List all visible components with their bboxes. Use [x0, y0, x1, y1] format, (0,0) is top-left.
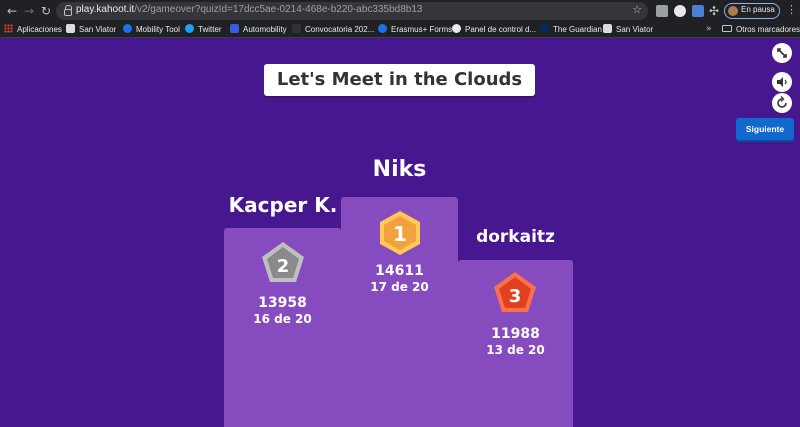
bookmark-label: Mobility Tool	[136, 25, 180, 34]
more-bookmarks-icon[interactable]: »	[706, 24, 712, 34]
bookmark-label: San Viator	[616, 25, 654, 34]
bookmark-label: Erasmus+ Forms	[391, 25, 453, 34]
bookmark-twitter[interactable]: Twitter	[185, 24, 222, 36]
url-host: play.kahoot.it	[76, 4, 135, 15]
san-viator-icon	[66, 24, 75, 33]
game-over-page: Let's Meet in the Clouds Siguiente Kacpe…	[0, 39, 800, 427]
browser-toolbar: ← → ↻ play.kahoot.it/v2/gameover?quizId=…	[0, 0, 800, 22]
bookmark-mobility-tool[interactable]: Mobility Tool	[123, 24, 180, 36]
bookmark-apps[interactable]: Aplicaciones	[4, 24, 62, 36]
extension-icon[interactable]	[656, 5, 668, 17]
fullscreen-button[interactable]	[772, 43, 792, 63]
bookmark-label: Aplicaciones	[17, 25, 62, 34]
convocatoria-icon	[292, 24, 301, 33]
bookmark-label: Otros marcadores	[736, 25, 800, 34]
bookmark-label: San Viator	[79, 25, 117, 34]
second-place-name: Kacper K.	[228, 193, 338, 217]
bronze-medal-icon: 3	[494, 272, 536, 312]
silver-medal-icon: 2	[262, 242, 304, 282]
mobility-tool-icon	[123, 24, 132, 33]
bookmark-san-viator[interactable]: San Viator	[66, 24, 116, 36]
url-path: /v2/gameover?quizId=17dcc5ae-0214-468e-b…	[134, 4, 423, 15]
url-text[interactable]: play.kahoot.it/v2/gameover?quizId=17dcc5…	[76, 4, 422, 15]
speaker-icon	[777, 77, 787, 87]
rank-number: 3	[509, 286, 522, 307]
san-viator-icon	[603, 24, 612, 33]
bookmark-label: Twitter	[198, 25, 222, 34]
avatar	[728, 6, 738, 16]
automobility-icon	[230, 24, 239, 33]
bookmark-san-viator-2[interactable]: San Viator	[603, 24, 653, 36]
second-place-score: 13958	[258, 295, 307, 311]
globe-icon	[452, 24, 461, 33]
bookmark-the-guardian[interactable]: The Guardian	[540, 24, 602, 36]
second-place-podium: 2 13958 16 de 20	[224, 228, 341, 427]
first-place-name: Niks	[372, 157, 427, 182]
twitter-icon	[185, 24, 194, 33]
quiz-title: Let's Meet in the Clouds	[264, 64, 535, 96]
bookmark-panel-control[interactable]: Panel de control d...	[452, 24, 536, 36]
first-place-podium: 1 14611 17 de 20	[341, 197, 458, 427]
address-bar[interactable]: play.kahoot.it/v2/gameover?quizId=17dcc5…	[56, 2, 648, 20]
menu-dots-icon[interactable]: ⋮	[786, 3, 797, 16]
guardian-icon	[540, 24, 549, 33]
profile-label: En pausa	[741, 5, 775, 14]
bookmark-automobility[interactable]: Automobility	[230, 24, 287, 36]
reload-icon[interactable]: ↻	[38, 3, 54, 19]
lock-icon	[64, 5, 72, 16]
bookmark-erasmus-forms[interactable]: Erasmus+ Forms	[378, 24, 452, 36]
bookmark-label: Panel de control d...	[465, 25, 537, 34]
profile-button[interactable]: En pausa	[724, 3, 780, 19]
third-place-podium: 3 11988 13 de 20	[458, 260, 573, 427]
first-place-score: 14611	[375, 263, 424, 279]
puzzle-icon[interactable]: ✣	[706, 3, 722, 19]
bookmark-label: The Guardian	[553, 25, 602, 34]
restart-icon	[777, 96, 787, 108]
rank-number: 1	[393, 222, 407, 246]
rank-number: 2	[277, 256, 290, 277]
bookmark-convocatoria[interactable]: Convocatoria 202...	[292, 24, 374, 36]
bookmarks-bar: Aplicaciones San Viator Mobility Tool Tw…	[0, 22, 800, 38]
second-place-correct: 16 de 20	[253, 312, 312, 326]
third-place-correct: 13 de 20	[486, 343, 545, 357]
third-place-score: 11988	[491, 326, 540, 342]
third-place-name: dorkaitz	[476, 227, 555, 247]
folder-icon	[722, 25, 732, 32]
translate-extension-icon[interactable]	[692, 5, 704, 17]
apps-grid-icon	[4, 24, 13, 33]
extension-icon[interactable]	[674, 5, 686, 17]
erasmus-icon	[378, 24, 387, 33]
other-bookmarks[interactable]: Otros marcadores	[722, 24, 800, 36]
fullscreen-icon	[777, 48, 787, 58]
forward-icon[interactable]: →	[21, 3, 37, 19]
bookmark-star-icon[interactable]: ☆	[632, 3, 642, 16]
bookmark-label: Automobility	[243, 25, 287, 34]
gold-medal-icon: 1	[380, 211, 420, 255]
restart-button[interactable]	[772, 93, 792, 113]
sound-button[interactable]	[772, 72, 792, 92]
next-button[interactable]: Siguiente	[736, 118, 794, 140]
first-place-correct: 17 de 20	[370, 280, 429, 294]
bookmark-label: Convocatoria 202...	[305, 25, 375, 34]
back-icon[interactable]: ←	[4, 3, 20, 19]
